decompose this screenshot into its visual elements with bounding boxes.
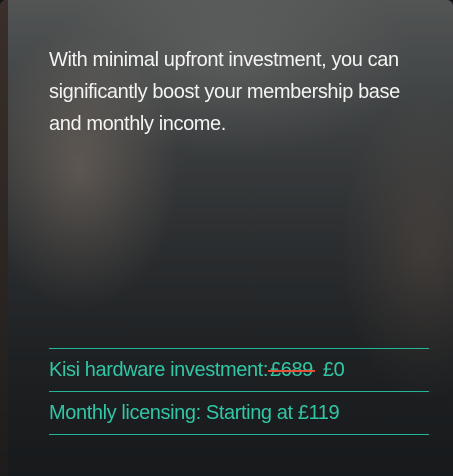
hardware-label: Kisi hardware investment:	[49, 358, 268, 381]
intro-text: With minimal upfront investment, you can…	[49, 49, 400, 135]
pricing-card: With minimal upfront investment, you can…	[0, 0, 453, 476]
divider-bottom	[49, 434, 429, 435]
hardware-new-price: £0	[322, 358, 345, 381]
hardware-price-row: Kisi hardware investment: £689 £0	[49, 349, 429, 391]
hardware-old-price: £689	[268, 358, 315, 381]
licensing-label: Monthly licensing: Starting at £119	[49, 401, 340, 424]
licensing-price-row: Monthly licensing: Starting at £119	[49, 392, 429, 434]
pricing-list: Kisi hardware investment: £689 £0 Monthl…	[49, 348, 429, 435]
background-photo-edge	[0, 0, 8, 476]
